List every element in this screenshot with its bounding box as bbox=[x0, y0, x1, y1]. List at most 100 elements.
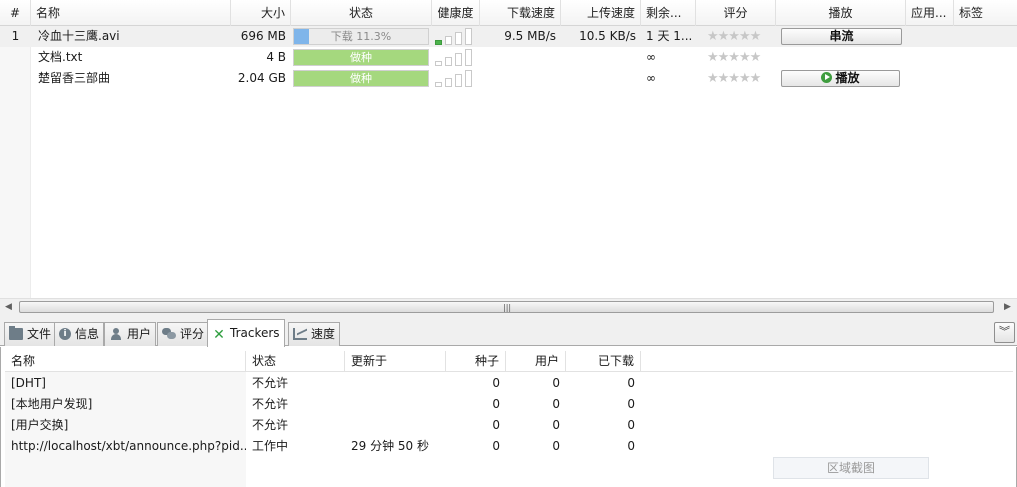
torrent-list: # 名称 大小 状态 健康度 下载速度 上传速度 剩余... 评分 播放 应用.… bbox=[0, 0, 1017, 298]
tracker-status: 不允许 bbox=[252, 397, 289, 411]
status-progress-bar: 做种 bbox=[293, 70, 429, 87]
tab-trackers-label: Trackers bbox=[230, 326, 280, 340]
tracker-status: 不允许 bbox=[252, 376, 289, 390]
tracker-seeds: 0 bbox=[492, 397, 500, 411]
tracker-name: [DHT] bbox=[11, 376, 46, 390]
tab-trackers[interactable]: ✕ Trackers bbox=[207, 319, 285, 347]
region-capture-button[interactable]: 区域截图 bbox=[773, 457, 929, 479]
tracker-seeds: 0 bbox=[492, 418, 500, 432]
horizontal-scrollbar[interactable]: ◀ ||| ▶ bbox=[0, 298, 1017, 315]
tab-info-label: 信息 bbox=[75, 327, 100, 341]
scrollbar-grip: ||| bbox=[503, 303, 512, 312]
tab-speed[interactable]: 速度 bbox=[288, 322, 341, 346]
torrent-row[interactable]: 楚留香三部曲 2.04 GB 做种 ∞ ★★★★★ 播放 bbox=[0, 68, 1017, 89]
health-indicator bbox=[435, 28, 475, 45]
column-health[interactable]: 健康度 bbox=[432, 0, 480, 26]
health-bar bbox=[435, 82, 442, 87]
tracker-status: 不允许 bbox=[252, 418, 289, 432]
status-text: 做种 bbox=[350, 72, 372, 85]
tracker-peers: 0 bbox=[552, 397, 560, 411]
play-button[interactable]: 播放 bbox=[781, 70, 900, 87]
tracker-column-name[interactable]: 名称 bbox=[5, 351, 246, 371]
column-down-speed[interactable]: 下载速度 bbox=[480, 0, 561, 26]
tab-peers-label: 用户 bbox=[127, 327, 152, 341]
tracker-column-downloaded[interactable]: 已下载 bbox=[566, 351, 641, 371]
health-bar bbox=[435, 40, 442, 45]
user-icon bbox=[109, 328, 123, 340]
torrent-name: 文档.txt bbox=[38, 50, 83, 64]
tracker-updated bbox=[345, 373, 446, 394]
torrent-num bbox=[0, 47, 31, 68]
health-bar bbox=[445, 36, 452, 45]
tracker-column-updated[interactable]: 更新于 bbox=[345, 351, 446, 371]
torrent-row[interactable]: 1 冷血十三鹰.avi 696 MB 下载 11.3% 9.5 MB/s 10.5 KB/… bbox=[0, 26, 1017, 47]
column-size[interactable]: 大小 bbox=[231, 0, 291, 26]
info-icon bbox=[59, 328, 71, 340]
tracker-column-peers[interactable]: 用户 bbox=[506, 351, 566, 371]
tracker-downloaded: 0 bbox=[627, 397, 635, 411]
column-remaining[interactable]: 剩余... bbox=[641, 0, 696, 26]
tracker-column-status[interactable]: 状态 bbox=[246, 351, 345, 371]
tracker-updated bbox=[345, 394, 446, 415]
tracker-name: http://localhost/xbt/announce.php?pid... bbox=[11, 439, 246, 453]
health-bar bbox=[465, 70, 472, 87]
tracker-updated bbox=[345, 415, 446, 436]
rating-icon bbox=[162, 328, 176, 340]
column-name[interactable]: 名称 bbox=[31, 0, 231, 26]
tab-files[interactable]: 文件 bbox=[4, 322, 57, 346]
status-progress-bar: 下载 11.3% bbox=[293, 28, 429, 45]
scroll-left-icon[interactable]: ◀ bbox=[0, 299, 17, 315]
tab-rating[interactable]: 评分 bbox=[157, 322, 210, 346]
torrent-num: 1 bbox=[11, 29, 20, 43]
tracker-name: [本地用户发现] bbox=[11, 397, 93, 411]
tab-rating-label: 评分 bbox=[180, 327, 205, 341]
torrent-remaining: 1 天 1... bbox=[646, 29, 693, 43]
chevron-down-icon: ︾ bbox=[999, 325, 1010, 338]
stream-button-label: 串流 bbox=[829, 29, 854, 43]
tracker-updated: 29 分钟 50 秒 bbox=[351, 439, 429, 453]
tracker-row[interactable]: [本地用户发现] 不允许 0 0 0 bbox=[5, 394, 1013, 415]
tracker-row[interactable]: [用户交换] 不允许 0 0 0 bbox=[5, 415, 1013, 436]
torrent-remaining: ∞ bbox=[646, 50, 656, 64]
column-rating[interactable]: 评分 bbox=[696, 0, 776, 26]
trackers-icon: ✕ bbox=[213, 327, 225, 343]
column-status[interactable]: 状态 bbox=[291, 0, 432, 26]
health-bar bbox=[445, 57, 452, 66]
health-bar bbox=[445, 78, 452, 87]
folder-icon bbox=[9, 326, 23, 340]
status-text: 下载 11.3% bbox=[330, 30, 392, 43]
column-play[interactable]: 播放 bbox=[776, 0, 906, 26]
rating-stars[interactable]: ★★★★★ bbox=[707, 26, 761, 47]
torrent-up-speed bbox=[561, 47, 641, 68]
health-bar bbox=[455, 74, 462, 87]
scroll-right-icon[interactable]: ▶ bbox=[999, 299, 1016, 315]
tab-speed-label: 速度 bbox=[311, 327, 336, 341]
tracker-row[interactable]: http://localhost/xbt/announce.php?pid...… bbox=[5, 436, 1013, 457]
torrent-size: 696 MB bbox=[240, 29, 286, 43]
health-bar bbox=[455, 53, 462, 66]
column-tags[interactable]: 标签 bbox=[954, 0, 1017, 26]
torrent-down-speed bbox=[480, 68, 561, 89]
trackers-header: 名称 状态 更新于 种子 用户 已下载 bbox=[5, 351, 1013, 372]
rating-stars[interactable]: ★★★★★ bbox=[707, 47, 761, 68]
health-indicator bbox=[435, 70, 475, 87]
column-up-speed[interactable]: 上传速度 bbox=[561, 0, 641, 26]
health-bar bbox=[435, 61, 442, 66]
tracker-row[interactable]: [DHT] 不允许 0 0 0 bbox=[5, 373, 1013, 394]
torrent-remaining: ∞ bbox=[646, 71, 656, 85]
torrent-size: 4 B bbox=[266, 50, 286, 64]
health-indicator bbox=[435, 49, 475, 66]
scrollbar-thumb[interactable]: ||| bbox=[19, 301, 994, 313]
torrent-row[interactable]: 文档.txt 4 B 做种 ∞ ★★★★★ bbox=[0, 47, 1017, 68]
tab-peers[interactable]: 用户 bbox=[104, 322, 157, 346]
health-bar bbox=[465, 28, 472, 45]
column-num[interactable]: # bbox=[0, 0, 31, 26]
column-app[interactable]: 应用... bbox=[906, 0, 954, 26]
health-bar bbox=[455, 32, 462, 45]
collapse-panel-button[interactable]: ︾ bbox=[994, 322, 1015, 343]
tab-info[interactable]: 信息 bbox=[54, 322, 105, 346]
tracker-column-seeds[interactable]: 种子 bbox=[446, 351, 506, 371]
torrent-name: 冷血十三鹰.avi bbox=[38, 29, 120, 43]
stream-button[interactable]: 串流 bbox=[781, 28, 902, 45]
rating-stars[interactable]: ★★★★★ bbox=[707, 68, 761, 89]
